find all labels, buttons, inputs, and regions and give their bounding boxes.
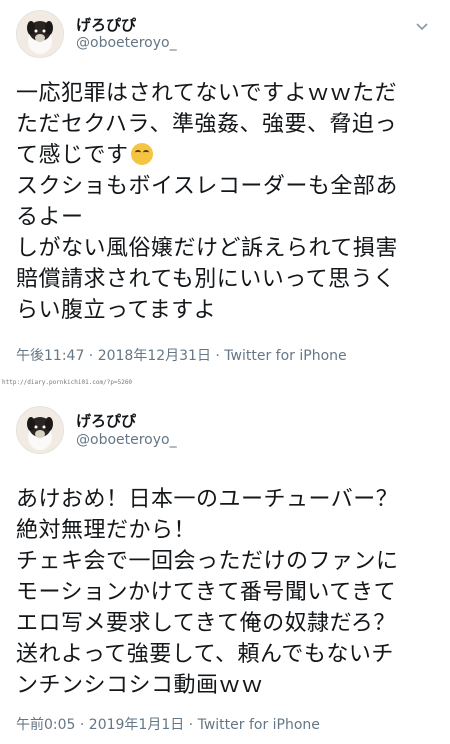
- dog-avatar-icon: [17, 11, 63, 57]
- tweet-header: げろぴぴ @oboeteroyo_: [0, 392, 450, 456]
- chevron-down-icon[interactable]: [414, 18, 430, 34]
- tweet-text: 一応犯罪はされてないですよｗｗただ ただセクハラ、準強姦、強要、脅迫っ て感じで…: [16, 78, 436, 326]
- display-name[interactable]: げろぴぴ: [76, 14, 136, 35]
- avatar[interactable]: [16, 406, 64, 454]
- blush-emoji-icon: [130, 143, 153, 165]
- user-handle[interactable]: @oboeteroyo_: [76, 432, 177, 448]
- tweet-timestamp[interactable]: 午後11:47 · 2018年12月31日 · Twitter for iPho…: [16, 345, 347, 365]
- tweet-header: げろぴぴ @oboeteroyo_: [0, 0, 450, 64]
- tweet-timestamp[interactable]: 午前0:05 · 2019年1月1日 · Twitter for iPhone: [16, 714, 320, 734]
- avatar[interactable]: [16, 10, 64, 58]
- user-handle[interactable]: @oboeteroyo_: [76, 35, 177, 51]
- tweet-text-part-b: スクショもボイスレコーダーも全部あ るよー しがない風俗嬢だけど訴えられて損害 …: [16, 174, 398, 323]
- tweet-text: あけおめ！日本一のユーチューバー？ 絶対無理だから！ チェキ会で一回会っただけの…: [16, 487, 399, 698]
- tweet-card-2[interactable]: げろぴぴ @oboeteroyo_ あけおめ！日本一のユーチューバー？ 絶対無理…: [0, 392, 450, 744]
- watermark-url: http://diary.pornkichi01.com/?p=5260: [2, 379, 133, 386]
- dog-avatar-icon: [17, 407, 63, 453]
- tweet-text-part-a: 一応犯罪はされてないですよｗｗただ ただセクハラ、準強姦、強要、脅迫っ て感じで…: [16, 81, 398, 168]
- tweet-card-1[interactable]: げろぴぴ @oboeteroyo_ 一応犯罪はされてないですよｗｗただ ただセク…: [0, 0, 450, 378]
- display-name[interactable]: げろぴぴ: [76, 410, 136, 431]
